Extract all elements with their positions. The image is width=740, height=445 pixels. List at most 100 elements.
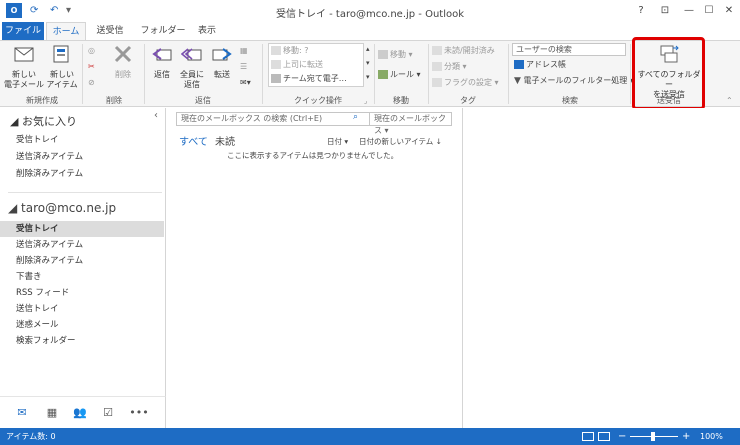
reply-all-label-1: 全員に: [180, 70, 204, 79]
tasks-nav-icon[interactable]: ☑: [100, 406, 116, 420]
unread-read-icon: [432, 46, 442, 55]
new-email-button[interactable]: 新しい 電子メール: [4, 43, 44, 90]
status-bar: アイテム数: 0 − + 100%: [0, 428, 740, 445]
quick-steps-gallery: 移動: ? 上司に転送 チーム宛て電子…: [268, 43, 364, 87]
maximize-button[interactable]: ☐: [700, 3, 718, 19]
im-reply-icon[interactable]: ☰: [240, 61, 247, 73]
new-email-label-2: 電子メール: [4, 80, 44, 89]
calendar-nav-icon[interactable]: ▦: [44, 406, 60, 420]
zoom-out-icon[interactable]: −: [618, 428, 626, 445]
account-header[interactable]: ◢ taro@mco.ne.jp: [8, 201, 116, 215]
ribbon-display-options-button[interactable]: ⊡: [656, 3, 674, 19]
new-email-icon: [14, 47, 34, 62]
filter-icon: ▼: [514, 76, 521, 86]
new-items-label-2: アイテム: [46, 80, 78, 89]
item-count: アイテム数: 0: [6, 432, 56, 441]
forward-manager-icon: [271, 60, 281, 69]
sort-order-toggle[interactable]: 日付の新しいアイテム ↓: [359, 136, 442, 147]
collapse-folder-pane-icon[interactable]: ‹: [154, 110, 158, 121]
people-nav-icon[interactable]: 👥: [72, 406, 88, 420]
quick-step-move[interactable]: 移動: ?: [271, 45, 308, 57]
zoom-level[interactable]: 100%: [700, 428, 723, 445]
reading-view-icon[interactable]: [598, 432, 610, 441]
quick-steps-launcher-icon[interactable]: ⌟: [364, 95, 367, 107]
categorize-button[interactable]: 分類 ▾: [432, 61, 467, 73]
categorize-icon: [432, 62, 442, 71]
quick-steps-scroll-up[interactable]: ▴: [366, 43, 370, 55]
tab-view[interactable]: 表示: [192, 22, 222, 40]
folder-search[interactable]: 検索フォルダー: [16, 333, 164, 349]
junk-icon[interactable]: ⊘: [88, 77, 95, 89]
search-scope-dropdown[interactable]: 現在のメールボックス ▾: [369, 113, 451, 135]
window-title: 受信トレイ - taro@mco.ne.jp - Outlook: [275, 9, 465, 20]
highlight-box: [632, 37, 705, 110]
filter-unread[interactable]: 未読: [215, 133, 235, 148]
delete-button[interactable]: 削除: [108, 43, 138, 80]
reply-all-icon: [180, 48, 202, 61]
reply-all-label-2: 返信: [184, 80, 200, 89]
folder-deleted[interactable]: 削除済みアイテム: [16, 253, 164, 269]
more-respond-icon[interactable]: ✉▾: [240, 77, 251, 89]
quick-step-team-email[interactable]: チーム宛て電子…: [271, 73, 347, 85]
follow-up-button[interactable]: フラグの設定 ▾: [432, 77, 499, 89]
mail-nav-icon[interactable]: ✉: [14, 406, 30, 420]
collapse-ribbon-icon[interactable]: ⌃: [726, 95, 733, 107]
move-button[interactable]: 移動 ▾: [378, 49, 413, 61]
more-nav-icon[interactable]: •••: [128, 406, 150, 420]
close-button[interactable]: ✕: [720, 3, 738, 19]
quick-steps-scroll-down[interactable]: ▾: [366, 57, 370, 69]
minimize-button[interactable]: —: [680, 3, 698, 19]
tab-file[interactable]: ファイル: [2, 22, 44, 40]
folder-rss[interactable]: RSS フィード: [16, 285, 164, 301]
tab-folder[interactable]: フォルダー: [138, 22, 188, 40]
search-mailbox-field[interactable]: 現在のメールボックス の検索 (Ctrl+E) ⌕ 現在のメールボックス ▾: [176, 112, 452, 135]
title-bar: O ⟳ ↶ ▾ 受信トレイ - taro@mco.ne.jp - Outlook…: [0, 0, 740, 22]
favorite-deleted[interactable]: 削除済みアイテム: [16, 166, 164, 182]
favorite-sent[interactable]: 送信済みアイテム: [16, 149, 164, 165]
quick-steps-more[interactable]: ▾: [366, 71, 370, 83]
filter-email-button[interactable]: ▼ 電子メールのフィルター処理 ▾: [514, 75, 634, 87]
reply-icon: [152, 48, 172, 61]
message-list-pane: 現在のメールボックス の検索 (Ctrl+E) ⌕ 現在のメールボックス ▾ す…: [167, 108, 463, 428]
folder-inbox[interactable]: 受信トレイ: [0, 221, 164, 237]
help-button[interactable]: ?: [632, 3, 650, 19]
group-delete-label: 削除: [106, 96, 122, 105]
folder-drafts[interactable]: 下書き: [16, 269, 164, 285]
sort-by-dropdown[interactable]: 日付 ▾: [327, 136, 348, 147]
unread-read-button[interactable]: 未読/開封済み: [432, 45, 495, 57]
cleanup-icon[interactable]: ✂: [88, 61, 95, 73]
filter-all[interactable]: すべて: [179, 133, 208, 148]
favorites-header[interactable]: ◢ お気に入り: [10, 113, 77, 129]
ribbon: 新しい 電子メール 新しい アイテム 新規作成 ◎ ✂ ⊘ 削除 削除 返信 全…: [0, 40, 740, 107]
forward-icon: [212, 48, 232, 61]
zoom-in-icon[interactable]: +: [682, 428, 690, 445]
flag-icon: [432, 78, 442, 87]
tab-send-receive[interactable]: 送受信: [90, 22, 130, 40]
new-items-button[interactable]: 新しい アイテム: [44, 43, 80, 90]
new-items-label-1: 新しい: [50, 70, 74, 79]
folder-junk[interactable]: 迷惑メール: [16, 317, 164, 333]
quick-step-to-manager[interactable]: 上司に転送: [271, 59, 323, 71]
forward-button[interactable]: 転送: [208, 43, 236, 80]
ignore-icon[interactable]: ◎: [88, 45, 95, 57]
meeting-reply-icon[interactable]: ▦: [240, 45, 248, 57]
folder-sent[interactable]: 送信済みアイテム: [16, 237, 164, 253]
navigation-bar: ✉ ▦ 👥 ☑ •••: [0, 396, 166, 428]
zoom-slider-thumb[interactable]: [651, 432, 655, 441]
address-book-button[interactable]: アドレス帳: [514, 59, 566, 71]
new-email-label-1: 新しい: [12, 70, 36, 79]
search-people-placeholder: ユーザーの検索: [516, 45, 572, 54]
ribbon-tabs: ファイル ホーム 送受信 フォルダー 表示: [0, 22, 740, 40]
search-icon[interactable]: ⌕: [353, 112, 358, 122]
new-items-icon: [53, 45, 69, 63]
rules-button[interactable]: ルール ▾: [378, 69, 421, 81]
reply-button[interactable]: 返信: [148, 43, 176, 80]
address-book-icon: [514, 60, 524, 69]
normal-view-icon[interactable]: [582, 432, 594, 441]
tab-home[interactable]: ホーム: [46, 22, 86, 40]
favorite-inbox[interactable]: 受信トレイ: [16, 132, 164, 148]
group-respond-label: 返信: [195, 96, 211, 105]
search-people-field[interactable]: ユーザーの検索: [512, 43, 626, 56]
folder-outbox[interactable]: 送信トレイ: [16, 301, 164, 317]
reply-all-button[interactable]: 全員に 返信: [178, 43, 206, 90]
